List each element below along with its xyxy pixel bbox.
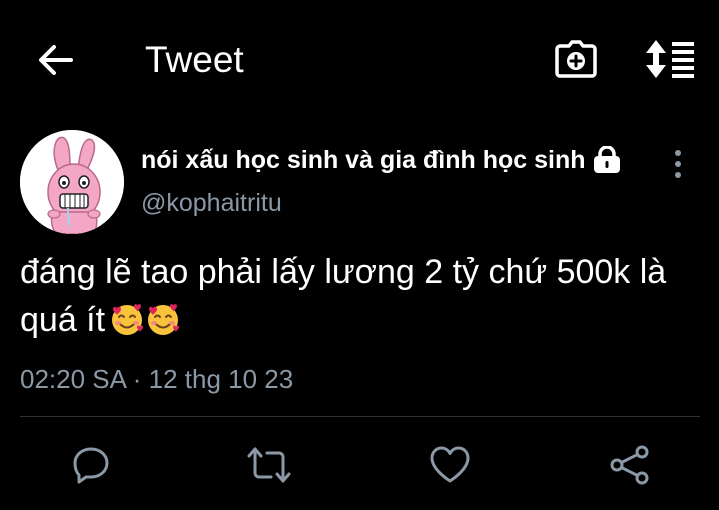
sort-list-icon [646, 40, 694, 78]
smiling-face-with-hearts-emoji [112, 304, 144, 335]
sort-button[interactable] [642, 36, 698, 82]
arrow-left-icon [39, 45, 73, 75]
author-display-name[interactable]: nói xấu học sinh và gia đình học sinh [141, 142, 622, 178]
heart-icon [430, 446, 470, 483]
retweet-button[interactable] [245, 441, 293, 489]
reply-bubble-icon [73, 447, 109, 484]
page-title: Tweet [145, 39, 244, 80]
reply-button[interactable] [67, 441, 115, 489]
camera-button[interactable] [551, 36, 601, 82]
more-options-button[interactable] [662, 146, 694, 182]
camera-add-icon [555, 40, 597, 78]
lock-icon [593, 146, 620, 173]
tweet-body: đáng lẽ tao phải lấy lương 2 tỷ chứ 500k… [20, 248, 710, 344]
like-button[interactable] [426, 441, 474, 489]
share-button[interactable] [606, 441, 654, 489]
retweet-icon [247, 447, 291, 483]
tweet-timestamp: 02:20 SA · 12 thg 10 23 [20, 364, 294, 394]
share-icon [610, 445, 649, 485]
pink-bunny-avatar [20, 130, 124, 234]
more-vertical-icon [675, 150, 681, 178]
back-button[interactable] [30, 38, 80, 82]
top-app-bar: Tweet [0, 0, 719, 118]
smiling-face-with-hearts-emoji [148, 304, 180, 335]
divider [20, 416, 700, 417]
avatar[interactable] [20, 130, 124, 234]
author-handle[interactable]: @kophaitritu [141, 186, 282, 220]
author-display-name-text: nói xấu học sinh và gia đình học sinh [141, 145, 586, 174]
